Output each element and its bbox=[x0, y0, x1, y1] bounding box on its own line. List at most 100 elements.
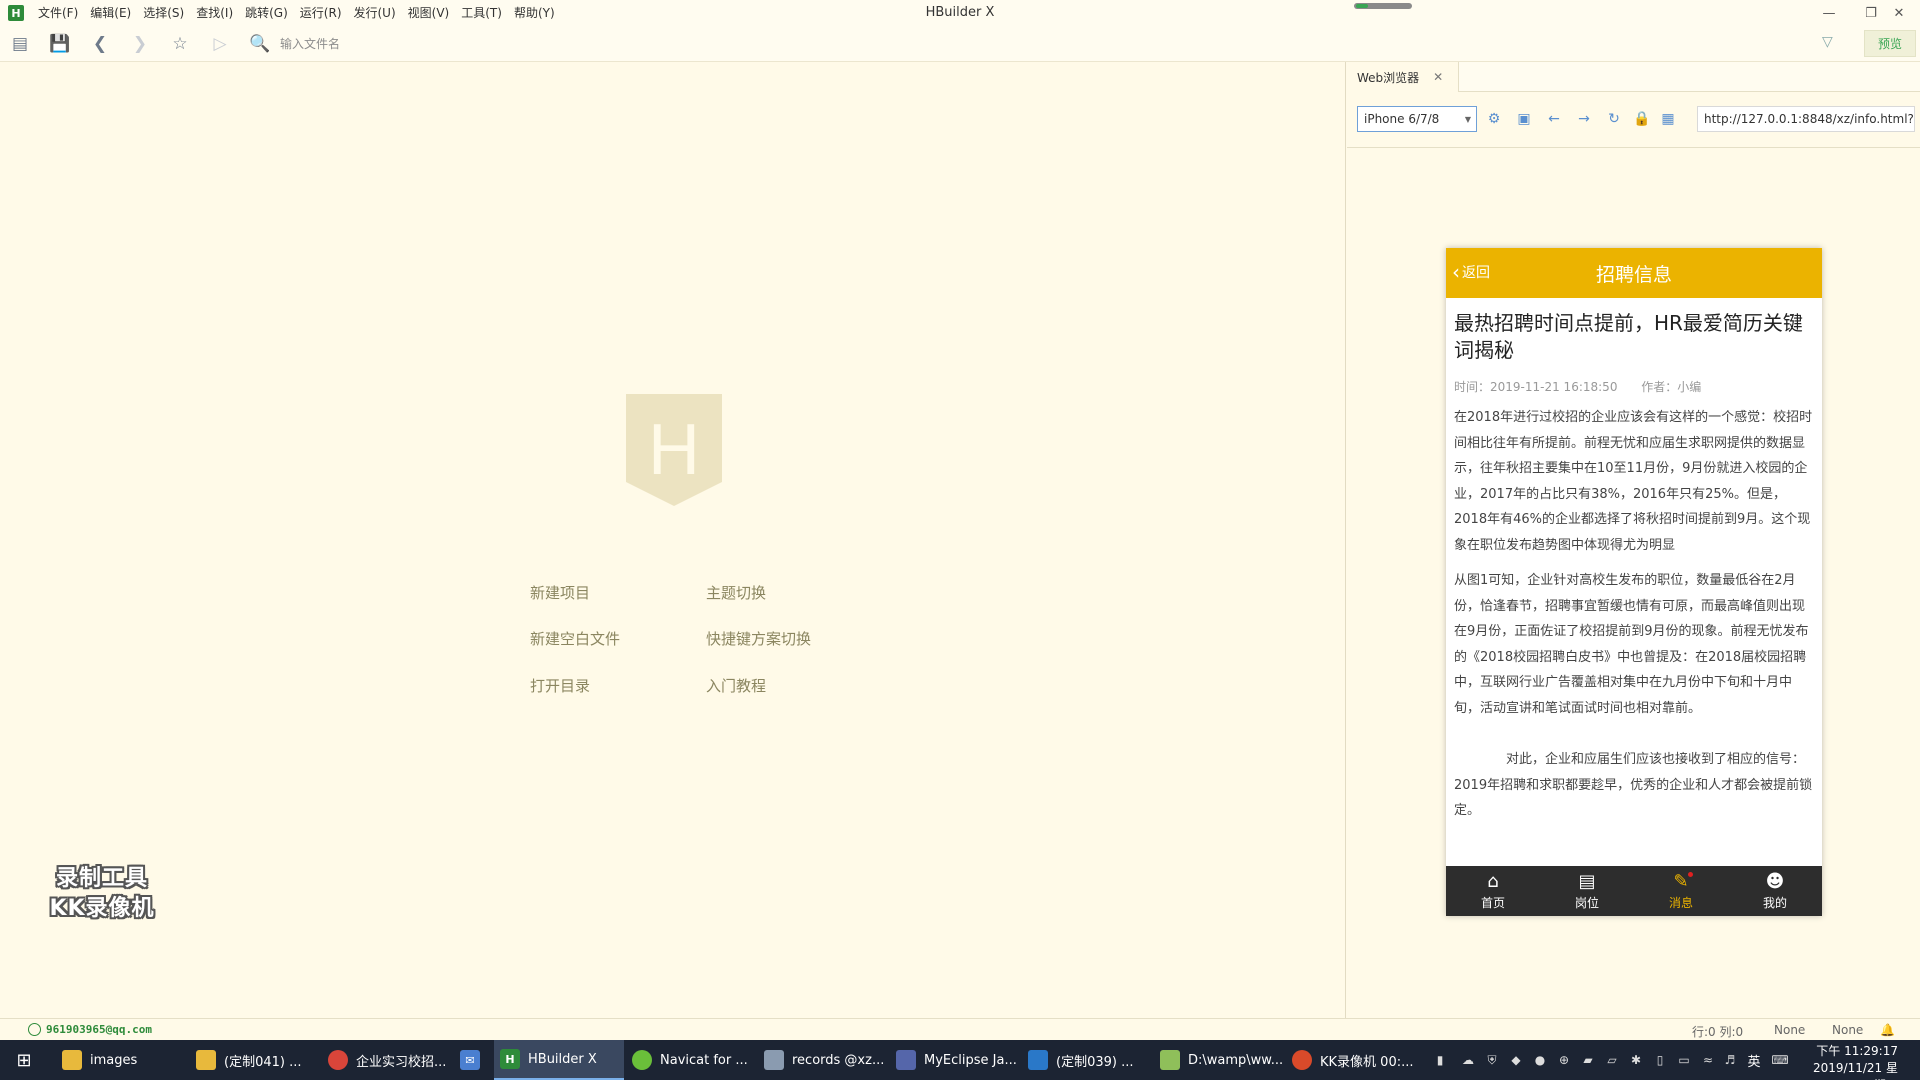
device-select-value: iPhone 6/7/8 bbox=[1364, 112, 1440, 126]
menu-help[interactable]: 帮助(Y) bbox=[508, 0, 561, 26]
menu-view[interactable]: 视图(V) bbox=[402, 0, 456, 26]
phone-tab-label: 消息 bbox=[1668, 895, 1693, 910]
battery-icon[interactable]: ▮ bbox=[1432, 1052, 1448, 1068]
account-label[interactable]: 961903965@qq.com bbox=[28, 1023, 152, 1036]
keymap-switch-link[interactable]: 快捷键方案切换 bbox=[706, 628, 811, 649]
phone-tab-jobs[interactable]: ▤ 岗位 bbox=[1540, 866, 1634, 916]
ime-indicator[interactable]: 英 bbox=[1746, 1052, 1762, 1070]
refresh-icon[interactable]: ↻ bbox=[1604, 109, 1624, 129]
taskbar-item[interactable]: D:\wamp\ww... bbox=[1154, 1040, 1284, 1080]
wechat-icon[interactable]: ▱ bbox=[1604, 1052, 1620, 1068]
windows-start-icon[interactable]: ⊞ bbox=[0, 1040, 48, 1080]
filename-search-input[interactable] bbox=[280, 32, 580, 55]
phone-header: ‹ 返回 招聘信息 bbox=[1446, 248, 1822, 298]
menu-tools[interactable]: 工具(T) bbox=[455, 0, 508, 26]
arrow-left-icon[interactable]: ← bbox=[1544, 109, 1564, 129]
bell-icon[interactable]: 🔔 bbox=[1880, 1023, 1895, 1037]
phone-page-title: 招聘信息 bbox=[1595, 263, 1672, 286]
cloud-icon[interactable]: ☁ bbox=[1460, 1052, 1476, 1068]
bluetooth-icon[interactable]: ✱ bbox=[1628, 1052, 1644, 1068]
lock-icon[interactable]: 🔒 bbox=[1632, 109, 1652, 129]
forward-icon[interactable]: ❯ bbox=[120, 26, 160, 62]
article-content[interactable]: 最热招聘时间点提前，HR最爱简历关键词揭秘 时间：2019-11-21 16:1… bbox=[1446, 298, 1822, 866]
taskbar-clock[interactable]: 下午 11:29:17 2019/11/21 星期四 bbox=[1802, 1043, 1898, 1080]
taskbar-item[interactable]: KK录像机 00:... bbox=[1286, 1040, 1416, 1080]
browser-tab-bar: Web浏览器 ✕ bbox=[1347, 62, 1920, 92]
taskbar-item[interactable]: H HBuilder X bbox=[494, 1040, 624, 1080]
back-label: 返回 bbox=[1462, 265, 1490, 281]
keyboard-icon[interactable]: ⌨ bbox=[1771, 1052, 1788, 1068]
mail-icon: ✉ bbox=[460, 1050, 480, 1070]
taskbar-item[interactable]: images bbox=[56, 1040, 186, 1080]
volume-icon[interactable]: ♬ bbox=[1722, 1052, 1738, 1068]
new-file-icon[interactable]: ▤ bbox=[0, 26, 40, 62]
open-directory-link[interactable]: 打开目录 bbox=[530, 675, 590, 696]
console-icon[interactable]: ▣ bbox=[1514, 109, 1534, 129]
taskbar-item[interactable]: Navicat for ... bbox=[626, 1040, 756, 1080]
cursor-position[interactable]: 行:0 列:0 bbox=[1692, 1023, 1743, 1040]
phone-tab-mine[interactable]: ☻ 我的 bbox=[1728, 866, 1822, 916]
article-paragraph: 在2018年进行过校招的企业应该会有这样的一个感觉：校招时间相比往年有所提前。前… bbox=[1454, 410, 1813, 553]
add-icon[interactable]: ⊕ bbox=[1556, 1052, 1572, 1068]
open-file-icon[interactable]: 🔍 bbox=[240, 26, 280, 62]
new-blank-file-link[interactable]: 新建空白文件 bbox=[530, 628, 620, 649]
minimize-button[interactable]: — bbox=[1808, 0, 1850, 26]
taskbar-item-label: records @xz... bbox=[792, 1052, 885, 1068]
menu-publish[interactable]: 发行(U) bbox=[348, 0, 402, 26]
article-time: 时间：2019-11-21 16:18:50 bbox=[1454, 380, 1618, 394]
star-icon[interactable]: ☆ bbox=[160, 26, 200, 62]
save-icon[interactable]: 💾 bbox=[40, 26, 80, 62]
new-project-link[interactable]: 新建项目 bbox=[530, 582, 590, 603]
taskbar-item[interactable]: MyEclipse Ja... bbox=[890, 1040, 1020, 1080]
shield-icon[interactable]: ⛨ bbox=[1484, 1052, 1500, 1068]
menu-file[interactable]: 文件(F) bbox=[32, 0, 84, 26]
notepad-icon bbox=[1160, 1050, 1180, 1070]
menu-select[interactable]: 选择(S) bbox=[137, 0, 190, 26]
url-input[interactable] bbox=[1697, 106, 1915, 132]
phone-tab-home[interactable]: ⌂ 首页 bbox=[1446, 866, 1540, 916]
menu-run[interactable]: 运行(R) bbox=[294, 0, 348, 26]
taskbar-item-label: D:\wamp\ww... bbox=[1188, 1052, 1284, 1068]
run-icon[interactable]: ▷ bbox=[200, 26, 240, 62]
database-icon bbox=[764, 1050, 784, 1070]
theme-switch-link[interactable]: 主题切换 bbox=[706, 582, 766, 603]
menu-edit[interactable]: 编辑(E) bbox=[84, 0, 137, 26]
close-icon[interactable]: ✕ bbox=[1433, 70, 1443, 84]
menu-find[interactable]: 查找(I) bbox=[190, 0, 239, 26]
wifi-icon[interactable]: ≈ bbox=[1700, 1052, 1716, 1068]
usb-icon[interactable]: ▯ bbox=[1652, 1052, 1668, 1068]
display-icon[interactable]: ▭ bbox=[1676, 1052, 1692, 1068]
device-select[interactable]: iPhone 6/7/8 ▼ bbox=[1357, 106, 1477, 132]
folder-icon bbox=[196, 1050, 216, 1070]
taskbar-item[interactable]: ✉ bbox=[454, 1040, 494, 1080]
taskbar-item[interactable]: (定制041) ... bbox=[190, 1040, 320, 1080]
taskbar-item-label: KK录像机 00:... bbox=[1320, 1054, 1414, 1070]
taskbar-item-label: HBuilder X bbox=[528, 1051, 597, 1067]
nvidia-icon[interactable]: ▰ bbox=[1580, 1052, 1596, 1068]
grid-icon[interactable]: ▦ bbox=[1658, 109, 1678, 129]
taskbar-item[interactable]: 企业实习校招... bbox=[322, 1040, 452, 1080]
encoding-label[interactable]: None bbox=[1774, 1023, 1805, 1037]
settings-icon[interactable]: ⚙ bbox=[1484, 109, 1504, 129]
taskbar-item[interactable]: (定制039) ... bbox=[1022, 1040, 1152, 1080]
watermark-line2: KK录像机 bbox=[49, 896, 155, 921]
phone-tab-label: 我的 bbox=[1762, 895, 1787, 910]
back-button[interactable]: ‹ 返回 bbox=[1452, 262, 1490, 282]
syntax-label[interactable]: None bbox=[1832, 1023, 1863, 1037]
menu-goto[interactable]: 跳转(G) bbox=[239, 0, 294, 26]
preview-button[interactable]: 预览 bbox=[1864, 30, 1916, 57]
toolbar: ▤ 💾 ❮ ❯ ☆ ▷ 🔍 bbox=[0, 26, 1920, 62]
taskbar-item[interactable]: records @xz... bbox=[758, 1040, 888, 1080]
antivirus-icon[interactable]: ● bbox=[1532, 1052, 1548, 1068]
network-app-icon[interactable]: ◆ bbox=[1508, 1052, 1524, 1068]
close-window-button[interactable]: ✕ bbox=[1878, 0, 1920, 26]
tab-web-browser[interactable]: Web浏览器 ✕ bbox=[1347, 62, 1459, 92]
recorder-watermark: 录制工具 KK录像机 bbox=[32, 864, 172, 924]
phone-tab-messages[interactable]: ✎ 消息 bbox=[1634, 866, 1728, 916]
arrow-right-icon[interactable]: → bbox=[1574, 109, 1594, 129]
tutorial-link[interactable]: 入门教程 bbox=[706, 675, 766, 696]
back-icon[interactable]: ❮ bbox=[80, 26, 120, 62]
browser-tab-label: Web浏览器 bbox=[1357, 70, 1420, 85]
taskbar-item-label: (定制041) ... bbox=[224, 1054, 302, 1070]
filter-icon[interactable]: ▽ bbox=[1822, 34, 1833, 50]
